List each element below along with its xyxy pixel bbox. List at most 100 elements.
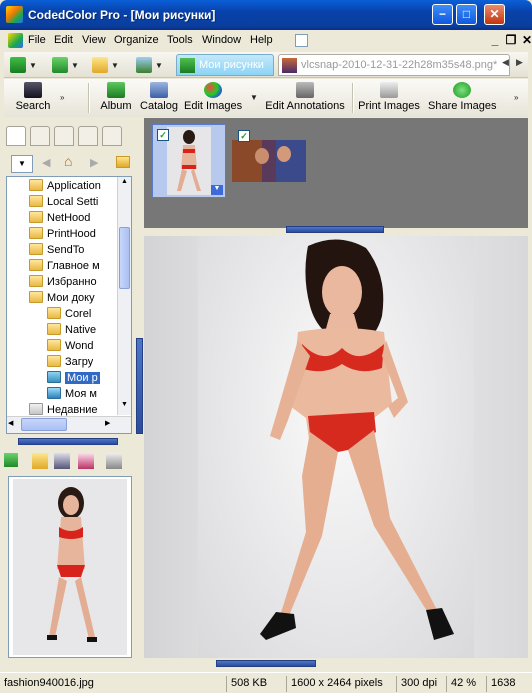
splitter-handle[interactable] [18, 438, 118, 445]
toolbar-separator [352, 83, 354, 113]
thumbnail[interactable]: ✓ [232, 124, 306, 198]
tree-item-selected[interactable]: Мои р [47, 371, 100, 387]
tab-catalog-icon[interactable] [102, 126, 122, 146]
edit-icon[interactable] [54, 453, 70, 469]
tab-albums-icon[interactable] [30, 126, 50, 146]
home-icon[interactable]: ⌂ [64, 153, 72, 169]
scroll-left-icon[interactable]: ◀ [8, 419, 20, 427]
chevron-down-icon[interactable]: » [60, 93, 64, 102]
tree-item[interactable]: ▷Application [29, 179, 101, 195]
thumbnail-checkbox[interactable]: ✓ [238, 130, 250, 142]
thumbnail-checkbox[interactable]: ✓ [157, 129, 169, 141]
tree-item[interactable]: ◢Мои доку [29, 291, 95, 307]
status-dimensions: 1600 x 2464 pixels [286, 676, 396, 692]
left-splitter[interactable] [4, 438, 132, 446]
folder-up-icon[interactable] [116, 156, 130, 168]
thumbnail-selected[interactable]: ✓ ▼ [152, 124, 226, 198]
folder-icon [47, 323, 61, 335]
splitter-handle[interactable] [136, 338, 143, 434]
scroll-thumb[interactable] [119, 227, 130, 289]
annotate-icon[interactable] [78, 453, 94, 469]
scroll-right-icon[interactable]: ▶ [105, 419, 117, 427]
nav-folder-button[interactable]: ▼ [92, 56, 119, 74]
menu-help[interactable]: Help [250, 34, 273, 46]
menu-organize[interactable]: Organize [114, 34, 159, 46]
thumb-splitter-handle[interactable] [286, 226, 384, 233]
tree-item[interactable]: NetHood [29, 211, 90, 227]
folder-icon [47, 339, 61, 351]
app-window: CodedColor Pro - [Мои рисунки] − □ ✕ Fil… [0, 0, 532, 693]
tree-item[interactable]: PrintHood [29, 227, 96, 243]
menu-tools[interactable]: Tools [167, 34, 193, 46]
edit-annotations-button[interactable]: Edit Annotations [262, 82, 348, 112]
thumbnail-menu-icon[interactable]: ▼ [211, 185, 223, 195]
maximize-button[interactable]: □ [456, 4, 477, 25]
folder-icon [29, 211, 43, 223]
properties-icon[interactable] [32, 453, 48, 469]
share-images-button[interactable]: Share Images [428, 82, 496, 112]
tab-folders-icon[interactable] [6, 126, 26, 146]
navigation-bar: ▼ ▼ ▼ ▼ Мои рисунки vlcsnap-2010-12-31-2… [4, 52, 528, 78]
scroll-up-icon[interactable]: ▲ [119, 178, 130, 190]
menu-view[interactable]: View [82, 34, 106, 46]
status-filesize: 508 KB [226, 676, 286, 692]
chevron-down-icon[interactable]: » [514, 93, 518, 102]
preview-photo [13, 479, 127, 655]
album-button[interactable]: Album [96, 82, 136, 112]
tab-label: Мои рисунки [199, 59, 264, 71]
catalog-button[interactable]: Catalog [136, 82, 182, 112]
mdi-minimize-button[interactable]: _ [488, 33, 502, 47]
nav-image-button[interactable]: ▼ [136, 56, 163, 74]
tab-scroll-left-icon[interactable]: ◀ [500, 57, 511, 71]
tab-search-icon[interactable] [54, 126, 74, 146]
image-icon [136, 57, 152, 73]
bottom-splitter-handle[interactable] [216, 660, 316, 667]
tab-history-icon[interactable] [78, 126, 98, 146]
menu-window[interactable]: Window [202, 34, 241, 46]
tree-item[interactable]: ▷Native [47, 323, 96, 339]
list-icon[interactable] [106, 453, 122, 469]
photo-figure [260, 239, 454, 640]
tab-my-pictures[interactable]: Мои рисунки [176, 54, 274, 76]
tree-item[interactable]: Corel [47, 307, 91, 323]
title-bar: CodedColor Pro - [Мои рисунки] − □ ✕ [0, 0, 532, 30]
tree-horizontal-scrollbar[interactable]: ◀ ▶ [7, 416, 131, 433]
toggle-checkbox[interactable] [295, 34, 308, 47]
vertical-splitter[interactable] [136, 118, 144, 660]
tree-item[interactable]: Загру [47, 355, 93, 371]
close-button[interactable]: ✕ [484, 4, 505, 25]
folder-icon [29, 259, 43, 271]
folder-icon [29, 195, 43, 207]
mdi-close-button[interactable]: ✕ [520, 33, 532, 47]
forward-arrow-icon[interactable]: ▶ [90, 156, 98, 169]
tree-item[interactable]: ▷Local Setti [29, 195, 98, 211]
chevron-down-icon[interactable]: ▼ [250, 93, 258, 102]
album-icon [180, 58, 195, 73]
menu-edit[interactable]: Edit [54, 34, 73, 46]
search-button[interactable]: Search [10, 82, 56, 112]
tree-vertical-scrollbar[interactable]: ▲ ▼ [117, 177, 131, 415]
back-arrow-icon[interactable]: ◀ [42, 156, 50, 169]
tree-item[interactable]: Wond [47, 339, 94, 355]
tree-item[interactable]: ▷Моя м [47, 387, 97, 403]
scroll-thumb[interactable] [21, 418, 67, 431]
tab-scroll-right-icon[interactable]: ▶ [514, 57, 525, 71]
mdi-restore-button[interactable]: ❐ [504, 33, 518, 47]
drive-dropdown[interactable]: ▼ [11, 155, 33, 173]
nav-browse-button[interactable]: ▼ [52, 56, 79, 74]
tree-item[interactable]: ▷Главное м [29, 259, 100, 275]
image-preview [8, 476, 132, 658]
info-icon[interactable] [4, 453, 18, 467]
left-pane-tabs [4, 124, 132, 146]
menu-bar: File Edit View Organize Tools Window Hel… [4, 30, 532, 52]
menu-file[interactable]: File [28, 34, 46, 46]
status-zoom: 42 % [446, 676, 486, 692]
tab-vlcsnap[interactable]: vlcsnap-2010-12-31-22h28m35s48.png* [278, 54, 510, 76]
nav-pane-button[interactable]: ▼ [10, 56, 37, 74]
tree-item[interactable]: SendTo [29, 243, 84, 259]
minimize-button[interactable]: − [432, 4, 453, 25]
scroll-down-icon[interactable]: ▼ [119, 401, 130, 413]
tree-item[interactable]: ▷Избранно [29, 275, 97, 291]
print-images-button[interactable]: Print Images [358, 82, 420, 112]
edit-images-button[interactable]: Edit Images [184, 82, 242, 112]
